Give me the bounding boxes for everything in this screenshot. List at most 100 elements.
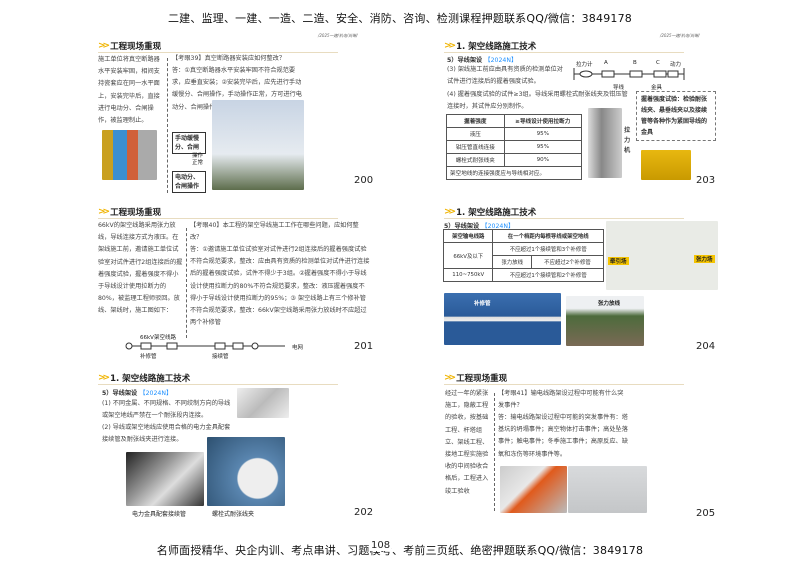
table-header: 在一个档距内每根导线或架空地线 — [492, 229, 604, 243]
title-text: 1. 架空线路施工技术 — [456, 208, 537, 218]
snow-line-photo — [568, 466, 647, 513]
table-cell: 不应超过1个接续管和2个补修管 — [492, 268, 604, 282]
slide-note: /2025一建/机电/尚琳/ — [318, 33, 358, 38]
table-cell: 不应超过1个接续管和3个补修管 — [492, 242, 604, 256]
table-cell: 95% — [503, 127, 583, 141]
answer-text: 答：①邀请施工单位试验室对试件进行2组连接后的握着强度试验不符合规范要求，整改：… — [190, 246, 370, 327]
table-cell: 钳压管直线连接 — [446, 140, 505, 154]
divider — [98, 384, 338, 385]
pole-photo — [212, 100, 304, 190]
slide-title: >> 1. 架空线路施工技术 — [444, 40, 536, 52]
diagram-label: 66kV架空线路 — [140, 335, 176, 341]
diagram-label: 补修管 — [140, 354, 157, 360]
divider — [167, 58, 168, 193]
vacuum-breaker-image — [102, 130, 157, 180]
slide-page-number: 204 — [696, 341, 716, 352]
slide-note: /2025一建/机电/尚琳/ — [660, 33, 700, 38]
diagram-label: 动力 — [670, 62, 682, 68]
title-text: 工程现场重现 — [456, 374, 508, 384]
section-subtitle: 5）导线架设 【2024N】 — [447, 55, 517, 64]
table-header: 握着强度 — [446, 114, 505, 128]
diagram-label: 金具 — [651, 85, 663, 91]
flow-label: 操作正常 — [192, 153, 204, 166]
slide-page-number: 201 — [354, 341, 374, 352]
table-cell: 110~750kV — [442, 268, 494, 282]
photo-label: 补修管 — [474, 301, 491, 307]
table-row: 架空地线的连接强度应与导线相对应。 — [446, 166, 582, 180]
divider — [444, 52, 684, 53]
table-row: 110~750kV 不应超过1个接续管和2个补修管 — [442, 268, 604, 282]
tension-test-diagram — [573, 68, 685, 80]
paragraph: (3) 架线施工前应由具有资质的检测单位对试件进行连接后的握着强度试验。 — [447, 66, 563, 86]
caption: 螺栓式耐张线夹 — [212, 511, 255, 518]
site-label: 张力场 — [694, 255, 715, 263]
repair-sleeve-photo — [444, 293, 561, 345]
slide-page-number: 205 — [696, 508, 716, 519]
workers-photo — [500, 466, 567, 513]
slide-title: >> 工程现场重现 — [98, 40, 161, 52]
table-footer: 架空地线的连接强度应与导线相对应。 — [446, 166, 582, 180]
slide-page-number: 203 — [696, 175, 716, 186]
machine-label: 拉力机 — [624, 127, 631, 154]
answer-text: 答：输电线路架设过程中可能的突发事件有：塔基坑的坍塌事件；高空物体打击事件；高处… — [498, 414, 628, 458]
title-text: 1. 架空线路施工技术 — [456, 42, 537, 52]
divider — [444, 218, 684, 219]
slide-title: >> 1. 架空线路施工技术 — [444, 206, 536, 218]
slide-page-number: 202 — [354, 507, 374, 518]
line-diagram — [125, 342, 285, 350]
table-row: 钳压管直线连接 95% — [446, 140, 583, 154]
question-text: 【考眼39】真空断路器安装应如何整改？ — [172, 55, 286, 62]
chevron-icon: >> — [444, 207, 456, 217]
scenario-text: 经过一年的紧张施工，隐蔽工程的验收，按基础工程、杆塔组立、架线工程、接地工程实施… — [445, 390, 489, 495]
repair-pipe-table: 架空输电线路 在一个档距内每根导线或架空地线 66kV及以下 不应超过1个接续管和3… — [442, 229, 605, 282]
diagram-label: 接续管 — [212, 354, 229, 360]
table-cell: 螺栓式耐张线夹 — [446, 153, 505, 167]
question-text: 【考眼41】输电线路架设过程中可能有什么突发事件？ — [498, 390, 624, 410]
table-cell: 张力放线 — [492, 255, 532, 269]
table-cell: 液压 — [446, 127, 505, 141]
section-subtitle: 5）导线架设 【2024N】 — [102, 388, 172, 397]
tensile-machine-photo — [588, 108, 622, 178]
table-row: 液压 95% — [446, 127, 583, 141]
caption: 电力金具配套接续管 — [132, 511, 187, 518]
slide-title: >> 1. 架空线路施工技术 — [98, 372, 190, 384]
splice-tube-photo — [126, 452, 204, 506]
slide-title: >> 工程现场重现 — [98, 206, 161, 218]
subtitle-text: 5）导线架设 — [447, 57, 483, 64]
table-row: 66kV及以下 不应超过1个接续管和3个补修管 — [442, 242, 604, 269]
title-text: 工程现场重现 — [110, 208, 162, 218]
chevron-icon: >> — [98, 373, 110, 383]
callout-box: 握着强度试验：检验耐张线夹、悬垂线夹以及接续管等各种作为紧固导线的金具 — [636, 91, 716, 141]
table-header: ≥导线设计使用拉断力 — [503, 114, 583, 128]
diagram-label: 导线 — [613, 85, 625, 91]
chevron-icon: >> — [444, 41, 456, 51]
slide-page-number: 200 — [354, 175, 374, 186]
grip-strength-table: 握着强度 ≥导线设计使用拉断力 液压 95% 钳压管直线连接 95% 螺栓式耐张线夹 9… — [446, 114, 583, 180]
question-text: 【考眼40】本工程的架空导线施工工作在哪些问题，应如何整改？ — [190, 222, 359, 242]
divider — [186, 228, 187, 338]
diagram-label: A — [604, 60, 608, 66]
scenario-text: 66kV的架空线路采用张力放线，导线连接方式为液压。在架线施工前，邀请施工单位试… — [98, 222, 183, 315]
photo-label: 张力放线 — [598, 301, 621, 307]
title-text: 工程现场重现 — [110, 42, 162, 52]
year-tag: 【2024N】 — [484, 57, 518, 64]
clamp-image — [237, 388, 289, 418]
table-header: 架空输电线路 — [442, 229, 494, 243]
footer-banner: 名师面授精华、央企内训、考点串讲、习题模考、考前三页纸、绝密押题联系QQ/微信：… — [156, 544, 644, 557]
year-tag: 【2024N】 — [139, 390, 173, 397]
page-number: 108 — [370, 540, 392, 551]
tension-clamp-photo — [207, 437, 285, 506]
chevron-icon: >> — [444, 373, 456, 383]
divider — [98, 218, 338, 219]
table-row: 螺栓式耐张线夹 90% — [446, 153, 583, 167]
hydraulic-tool-photo — [641, 150, 691, 180]
table-cell: 不应超过2个补修管 — [530, 255, 605, 269]
chevron-icon: >> — [98, 41, 110, 51]
divider — [494, 393, 495, 511]
flow-step: 电动分、合闸操作 — [172, 171, 206, 193]
title-text: 1. 架空线路施工技术 — [110, 374, 191, 384]
paragraph: (1) 不同金属、不同规格、不同绞制方向的导线或架空地线严禁在一个耐张段内连接。 — [102, 400, 231, 420]
scenario-text: 施工单位将真空断路器水平安装牢固，相间支持瓷套应在同一水平面上，安装完毕后，直接… — [98, 56, 160, 125]
diagram-label: C — [656, 60, 660, 66]
subtitle-text: 5）导线架设 — [102, 390, 138, 397]
